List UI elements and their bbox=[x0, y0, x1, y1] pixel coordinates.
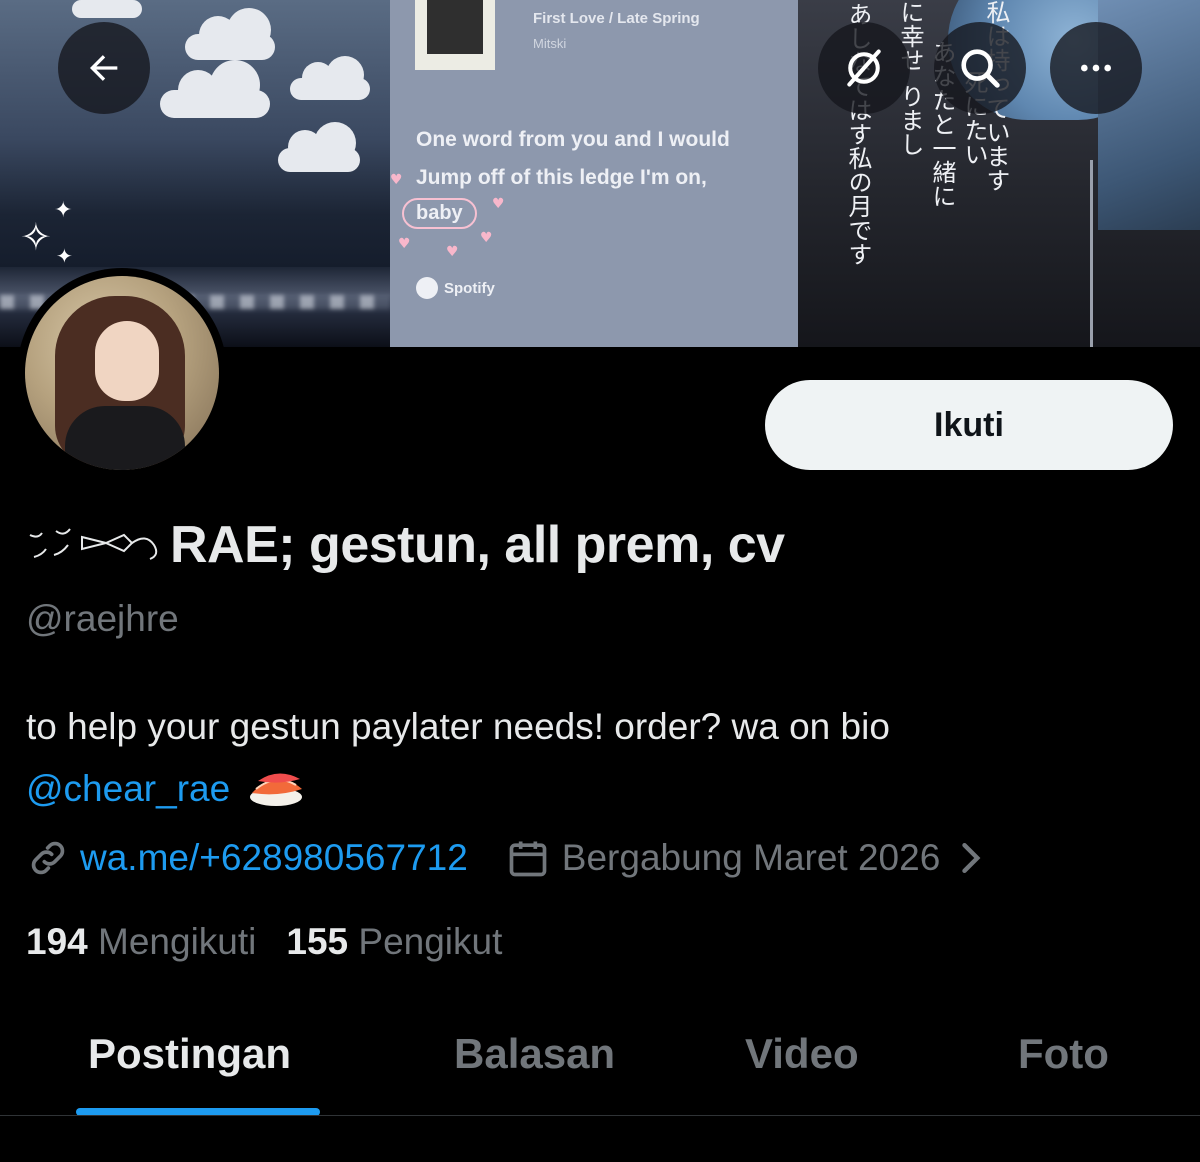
tab-video[interactable]: Video bbox=[745, 1030, 859, 1078]
cloud-decoration bbox=[278, 122, 360, 172]
back-button[interactable] bbox=[58, 22, 150, 114]
spotify-logo: Spotify bbox=[416, 277, 495, 299]
cloud-decoration bbox=[185, 8, 275, 60]
bio-mention-link[interactable]: @chear_rae bbox=[26, 768, 230, 809]
display-name-row: RAE; gestun, all prem, cv bbox=[26, 515, 785, 575]
profile-tabs: Postingan Balasan Video Foto bbox=[0, 1020, 1200, 1116]
follow-button[interactable]: Ikuti bbox=[765, 380, 1173, 470]
following-count: 194 bbox=[26, 921, 88, 962]
bio-text: to help your gestun paylater needs! orde… bbox=[26, 706, 890, 747]
search-button[interactable] bbox=[934, 22, 1026, 114]
song-artist: Mitski bbox=[533, 36, 567, 51]
mic-stand-image bbox=[1090, 160, 1093, 347]
bio: to help your gestun paylater needs! orde… bbox=[26, 696, 1186, 820]
calendar-icon bbox=[509, 841, 547, 877]
more-horizontal-icon bbox=[1081, 64, 1111, 72]
profile-website-link[interactable]: wa.me/+628980567712 bbox=[80, 837, 468, 879]
search-icon bbox=[961, 49, 1000, 88]
profile-meta: wa.me/+628980567712 Bergabung Maret 2026 bbox=[26, 836, 992, 880]
more-button[interactable] bbox=[1050, 22, 1142, 114]
album-cover bbox=[415, 0, 495, 70]
heart-icon: ♥ bbox=[390, 172, 403, 188]
lyric-line: Jump off of this ledge I'm on, bbox=[416, 166, 707, 189]
display-name: RAE; gestun, all prem, cv bbox=[170, 516, 785, 574]
link-icon bbox=[31, 841, 65, 875]
followers-count: 155 bbox=[286, 921, 349, 962]
tab-foto[interactable]: Foto bbox=[1018, 1030, 1109, 1078]
tab-balasan[interactable]: Balasan bbox=[454, 1030, 615, 1078]
sparkle-icon: ✦ bbox=[56, 244, 73, 268]
heart-icon: ♥ bbox=[492, 196, 505, 212]
arrow-left-icon bbox=[90, 55, 118, 81]
spotify-icon bbox=[416, 277, 438, 299]
tab-postingan[interactable]: Postingan bbox=[88, 1030, 291, 1078]
cloud-decoration bbox=[72, 0, 142, 18]
tabs-divider bbox=[0, 1115, 1200, 1116]
grok-icon bbox=[847, 49, 881, 87]
ribbon-flower-icon bbox=[29, 528, 158, 560]
following-stat[interactable]: 194 Mengikuti bbox=[26, 921, 256, 963]
avatar[interactable] bbox=[17, 268, 227, 478]
follow-stats: 194 Mengikuti 155 Pengikut bbox=[26, 921, 502, 963]
sushi-emoji-icon bbox=[250, 773, 303, 807]
followers-label: Pengikut bbox=[358, 921, 503, 962]
following-label: Mengikuti bbox=[98, 921, 257, 962]
cloud-decoration bbox=[290, 56, 370, 100]
grok-button[interactable] bbox=[818, 22, 910, 114]
song-title: First Love / Late Spring bbox=[533, 10, 700, 27]
followers-stat[interactable]: 155 Pengikut bbox=[286, 921, 502, 963]
joined-date[interactable]: Bergabung Maret 2026 bbox=[562, 837, 941, 879]
lyric-line: One word from you and I would bbox=[416, 128, 730, 151]
heart-icon: ♥ bbox=[480, 230, 493, 246]
heart-icon: ♥ bbox=[398, 236, 411, 252]
lyric-highlight: baby bbox=[402, 198, 477, 229]
heart-icon: ♥ bbox=[446, 244, 459, 260]
avatar-photo bbox=[25, 276, 219, 470]
cloud-decoration bbox=[160, 60, 270, 118]
sparkle-icon: ✧ bbox=[20, 215, 52, 259]
chevron-right-icon[interactable] bbox=[948, 836, 992, 880]
user-handle: @raejhre bbox=[26, 598, 179, 639]
sparkle-icon: ✦ bbox=[54, 198, 73, 223]
banner-panel-lyrics: First Love / Late Spring Mitski One word… bbox=[390, 0, 798, 347]
